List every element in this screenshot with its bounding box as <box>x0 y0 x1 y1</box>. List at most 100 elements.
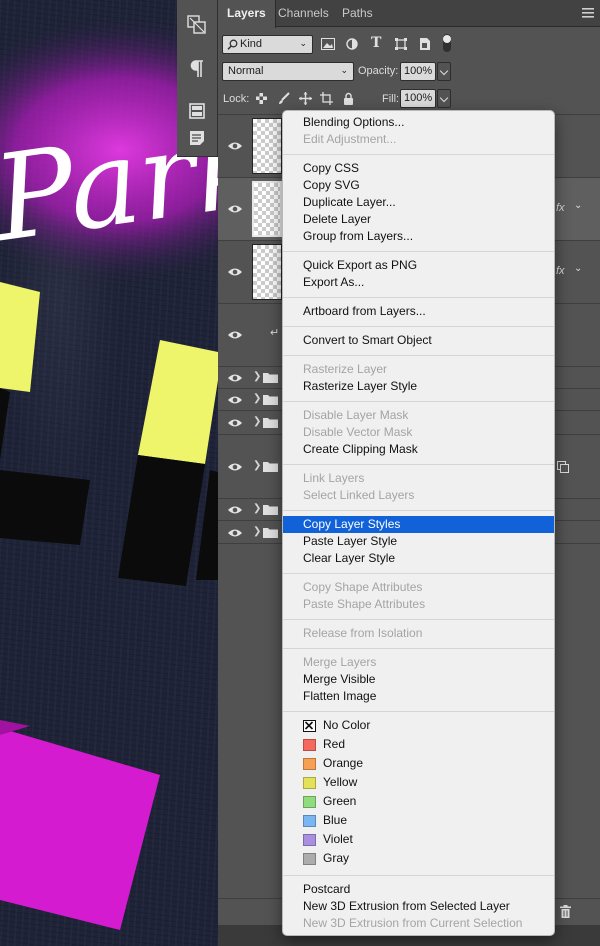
expand-chevron-icon[interactable]: ❯ <box>253 503 261 514</box>
menu-item-create-clipping-mask[interactable]: Create Clipping Mask <box>283 441 554 458</box>
menu-item-no-color[interactable]: No Color <box>283 717 554 734</box>
menu-item-label: Green <box>323 794 357 808</box>
menu-item-label: Export As... <box>303 275 365 289</box>
menu-item-edit-adjustment: Edit Adjustment... <box>283 131 554 148</box>
search-icon <box>227 39 238 50</box>
visibility-eye-icon[interactable] <box>228 204 242 214</box>
lock-all-icon[interactable] <box>343 92 354 105</box>
menu-item-label: Copy SVG <box>303 178 360 192</box>
tab-channels[interactable]: Channels <box>269 0 338 27</box>
menu-item-convert-to-smart-object[interactable]: Convert to Smart Object <box>283 332 554 349</box>
menu-item-label: Disable Vector Mask <box>303 425 413 439</box>
visibility-eye-icon[interactable] <box>228 462 242 472</box>
menu-item-rasterize-layer-style[interactable]: Rasterize Layer Style <box>283 378 554 395</box>
menu-item-gray[interactable]: Gray <box>283 850 554 867</box>
menu-item-quick-export-as-png[interactable]: Quick Export as PNG <box>283 257 554 274</box>
image-filter-icon[interactable] <box>321 38 335 50</box>
menu-item-copy-svg[interactable]: Copy SVG <box>283 177 554 194</box>
filter-toggle-icon[interactable] <box>442 33 452 53</box>
menu-item-yellow[interactable]: Yellow <box>283 774 554 791</box>
layer-comps-icon[interactable] <box>185 14 209 36</box>
menu-separator <box>283 875 554 876</box>
menu-item-paste-layer-style[interactable]: Paste Layer Style <box>283 533 554 550</box>
layer-effects-fx-icon[interactable]: fx <box>556 202 565 214</box>
menu-item-merge-visible[interactable]: Merge Visible <box>283 671 554 688</box>
menu-item-label: Blue <box>323 813 348 827</box>
visibility-eye-icon[interactable] <box>228 528 242 538</box>
layer-effects-fx-icon[interactable]: fx <box>556 265 565 277</box>
menu-item-label: Rasterize Layer Style <box>303 379 418 393</box>
menu-item-label: Artboard from Layers... <box>303 304 426 318</box>
smart-object-filter-icon[interactable] <box>419 37 431 51</box>
menu-item-label: Paste Layer Style <box>303 534 398 548</box>
chevron-down-icon[interactable]: ⌄ <box>574 200 582 211</box>
opacity-field[interactable]: 100% <box>400 62 436 81</box>
lock-image-pixels-icon[interactable] <box>278 92 290 105</box>
menu-item-new-3d-extrusion-from-selected-layer[interactable]: New 3D Extrusion from Selected Layer <box>283 898 554 915</box>
menu-item-copy-layer-styles[interactable]: Copy Layer Styles <box>283 516 554 533</box>
menu-separator <box>283 251 554 252</box>
fill-label: Fill: <box>382 93 400 105</box>
visibility-eye-icon[interactable] <box>228 418 242 428</box>
expand-chevron-icon[interactable]: ❯ <box>253 460 261 471</box>
fill-dropdown[interactable] <box>437 89 451 108</box>
menu-item-blending-options[interactable]: Blending Options... <box>283 114 554 131</box>
paragraph-icon[interactable] <box>185 58 209 80</box>
visibility-eye-icon[interactable] <box>228 395 242 405</box>
menu-item-blue[interactable]: Blue <box>283 812 554 829</box>
menu-item-label: Clear Layer Style <box>303 551 396 565</box>
blend-mode-select[interactable]: Normal ⌄ <box>222 62 354 81</box>
expand-chevron-icon[interactable]: ❯ <box>253 526 261 537</box>
visibility-eye-icon[interactable] <box>228 267 242 277</box>
visibility-eye-icon[interactable] <box>228 330 242 340</box>
menu-item-red[interactable]: Red <box>283 736 554 753</box>
menu-item-violet[interactable]: Violet <box>283 831 554 848</box>
type-filter-icon[interactable]: T <box>371 35 381 51</box>
black-band <box>0 470 90 545</box>
folder-icon <box>263 528 278 538</box>
tab-paths[interactable]: Paths <box>333 0 382 27</box>
lock-artboard-icon[interactable] <box>320 92 333 105</box>
menu-item-label: Merge Visible <box>303 672 376 686</box>
trash-icon[interactable] <box>560 905 571 918</box>
menu-item-flatten-image[interactable]: Flatten Image <box>283 688 554 705</box>
menu-item-export-as[interactable]: Export As... <box>283 274 554 291</box>
fill-field[interactable]: 100% <box>400 89 436 108</box>
menu-item-delete-layer[interactable]: Delete Layer <box>283 211 554 228</box>
menu-item-duplicate-layer[interactable]: Duplicate Layer... <box>283 194 554 211</box>
adjustment-filter-icon[interactable] <box>346 38 358 50</box>
menu-item-artboard-from-layers[interactable]: Artboard from Layers... <box>283 303 554 320</box>
menu-item-label: No Color <box>323 718 371 732</box>
menu-item-label: New 3D Extrusion from Current Selection <box>303 916 523 930</box>
lock-position-icon[interactable] <box>299 92 312 105</box>
menu-item-label: Rasterize Layer <box>303 362 388 376</box>
notes-icon[interactable] <box>185 127 209 149</box>
menu-item-group-from-layers[interactable]: Group from Layers... <box>283 228 554 245</box>
visibility-eye-icon[interactable] <box>228 373 242 383</box>
menu-item-select-linked-layers: Select Linked Layers <box>283 487 554 504</box>
expand-chevron-icon[interactable]: ❯ <box>253 393 261 404</box>
menu-item-clear-layer-style[interactable]: Clear Layer Style <box>283 550 554 567</box>
chevron-down-icon[interactable]: ⌄ <box>574 263 582 274</box>
opacity-dropdown[interactable] <box>437 62 451 81</box>
menu-item-label: New 3D Extrusion from Selected Layer <box>303 899 510 913</box>
lock-transparent-pixels-icon[interactable] <box>256 93 267 104</box>
menu-item-postcard[interactable]: Postcard <box>283 881 554 898</box>
tab-layers[interactable]: Layers <box>218 0 276 28</box>
filter-kind-select[interactable]: Kind ⌄ <box>222 35 313 54</box>
menu-item-green[interactable]: Green <box>283 793 554 810</box>
properties-icon[interactable] <box>185 100 209 122</box>
lock-label: Lock: <box>223 93 250 105</box>
panel-menu-icon[interactable] <box>582 8 594 18</box>
clipping-arrow-icon: ↵ <box>270 327 280 339</box>
expand-chevron-icon[interactable]: ❯ <box>253 371 261 382</box>
menu-item-copy-css[interactable]: Copy CSS <box>283 160 554 177</box>
layer-thumbnail <box>252 118 282 174</box>
menu-item-orange[interactable]: Orange <box>283 755 554 772</box>
shape-filter-icon[interactable] <box>395 38 407 50</box>
expand-chevron-icon[interactable]: ❯ <box>253 416 261 427</box>
visibility-eye-icon[interactable] <box>228 505 242 515</box>
menu-separator <box>283 711 554 712</box>
filter-kind-label: Kind <box>240 38 263 50</box>
visibility-eye-icon[interactable] <box>228 141 242 151</box>
